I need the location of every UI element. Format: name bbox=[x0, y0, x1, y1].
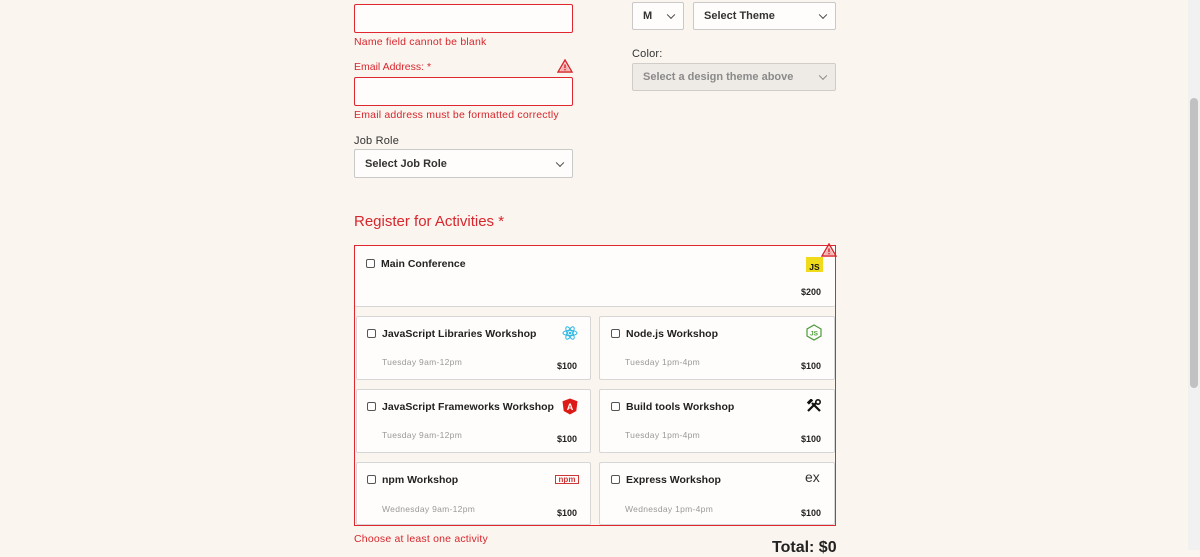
email-label: Email Address: * bbox=[354, 61, 432, 73]
job-role-label: Job Role bbox=[354, 135, 400, 147]
email-error: Email address must be formatted correctl… bbox=[354, 109, 559, 121]
activity-title: Build tools Workshop bbox=[626, 401, 735, 413]
activity-title: Express Workshop bbox=[626, 474, 721, 486]
activity-title: Node.js Workshop bbox=[626, 328, 718, 340]
activity-build-tools[interactable]: Build tools Workshop Tuesday 1pm-4pm $10… bbox=[599, 389, 835, 453]
express-icon: ex bbox=[805, 469, 820, 485]
activity-time: Wednesday 1pm-4pm bbox=[625, 504, 714, 514]
activity-title: JavaScript Frameworks Workshop bbox=[382, 401, 554, 413]
main-conference-checkbox[interactable] bbox=[366, 259, 375, 268]
activity-title: npm Workshop bbox=[382, 474, 459, 486]
activity-js-libraries[interactable]: JavaScript Libraries Workshop Tuesday 9a… bbox=[356, 316, 591, 380]
activity-time: Wednesday 9am-12pm bbox=[382, 504, 476, 514]
activity-checkbox[interactable] bbox=[367, 329, 376, 338]
activity-checkbox[interactable] bbox=[611, 329, 620, 338]
activities-error: Choose at least one activity bbox=[354, 533, 489, 545]
tools-icon bbox=[806, 399, 821, 412]
name-error: Name field cannot be blank bbox=[354, 36, 487, 48]
activity-time: Tuesday 1pm-4pm bbox=[625, 357, 701, 367]
warning-icon bbox=[557, 59, 573, 73]
activity-checkbox[interactable] bbox=[367, 402, 376, 411]
activity-price: $100 bbox=[801, 361, 822, 371]
activity-title: Main Conference bbox=[381, 258, 466, 270]
theme-select[interactable]: Select Theme bbox=[693, 2, 836, 30]
scrollbar-thumb[interactable] bbox=[1190, 98, 1198, 388]
activity-checkbox[interactable] bbox=[611, 402, 620, 411]
activity-main-conference[interactable]: Main Conference JS $200 bbox=[355, 246, 835, 307]
activity-time: Tuesday 1pm-4pm bbox=[625, 430, 701, 440]
size-select[interactable]: M bbox=[632, 2, 684, 30]
chevron-down-icon bbox=[555, 158, 565, 167]
activity-price: $100 bbox=[557, 508, 578, 518]
activity-price: $100 bbox=[557, 434, 578, 444]
name-input[interactable] bbox=[354, 4, 573, 33]
nodejs-icon: JS bbox=[806, 324, 822, 341]
activities-heading: Register for Activities * bbox=[354, 213, 505, 230]
job-role-select[interactable]: Select Job Role bbox=[354, 149, 573, 178]
color-select: Select a design theme above bbox=[632, 63, 836, 91]
activities-box: Main Conference JS $200 JavaScript Libra… bbox=[354, 243, 837, 526]
color-label: Color: bbox=[632, 48, 663, 60]
activity-js-frameworks[interactable]: JavaScript Frameworks Workshop A Tuesday… bbox=[356, 389, 591, 453]
react-icon bbox=[562, 326, 578, 340]
chevron-down-icon bbox=[818, 10, 828, 20]
npm-icon: npm bbox=[555, 475, 579, 484]
activity-time: Tuesday 9am-12pm bbox=[382, 430, 463, 440]
activity-express[interactable]: Express Workshop ex Wednesday 1pm-4pm $1… bbox=[599, 462, 835, 525]
svg-text:JS: JS bbox=[810, 331, 819, 338]
activity-price: $100 bbox=[801, 434, 822, 444]
chevron-down-icon bbox=[818, 71, 828, 81]
total-cost: Total: $0 bbox=[772, 539, 837, 556]
chevron-down-icon bbox=[666, 10, 676, 20]
activity-npm[interactable]: npm Workshop npm Wednesday 9am-12pm $100 bbox=[356, 462, 591, 525]
activity-time: Tuesday 9am-12pm bbox=[382, 357, 463, 367]
activity-title: JavaScript Libraries Workshop bbox=[382, 328, 537, 340]
javascript-icon: JS bbox=[806, 257, 823, 272]
activity-price: $100 bbox=[557, 361, 578, 371]
activity-price: $200 bbox=[801, 287, 822, 297]
svg-text:A: A bbox=[567, 402, 574, 412]
activity-checkbox[interactable] bbox=[367, 475, 376, 484]
activity-nodejs[interactable]: Node.js Workshop JS Tuesday 1pm-4pm $100 bbox=[599, 316, 835, 380]
warning-icon bbox=[821, 243, 837, 257]
activity-price: $100 bbox=[801, 508, 822, 518]
activity-checkbox[interactable] bbox=[611, 475, 620, 484]
angular-icon: A bbox=[562, 398, 578, 415]
email-input[interactable] bbox=[354, 77, 573, 106]
